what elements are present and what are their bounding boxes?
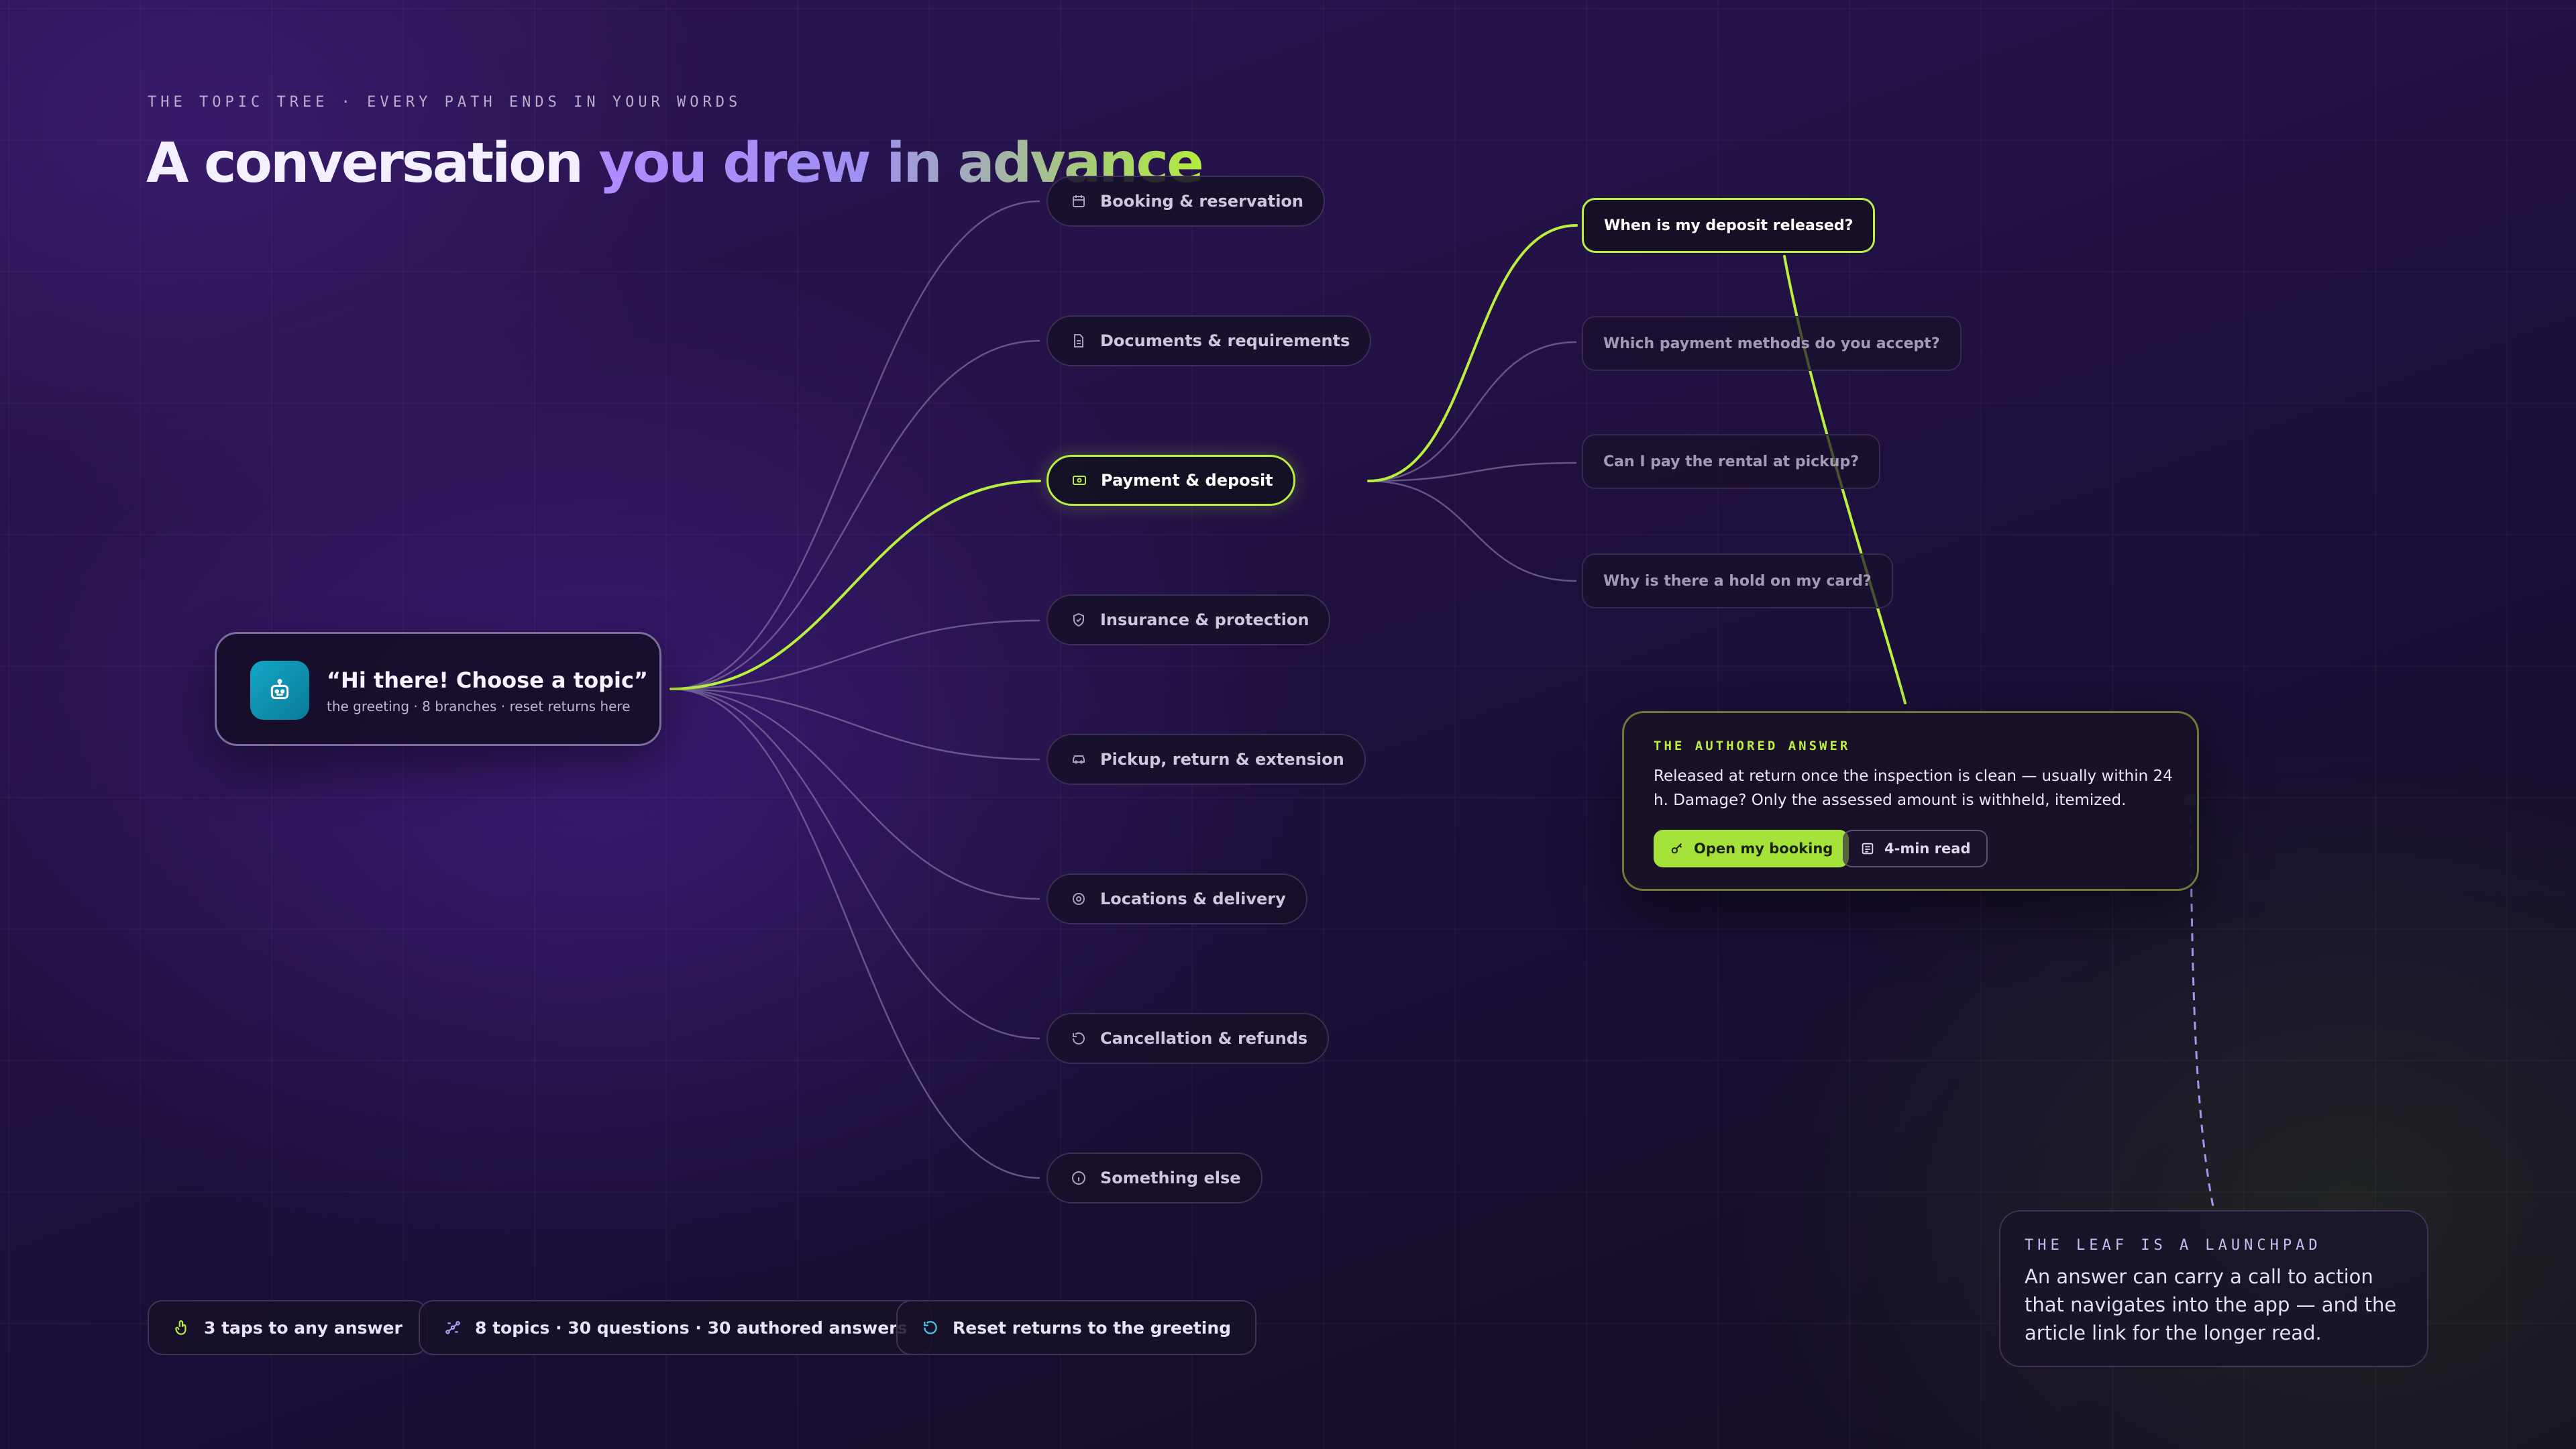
stat-label: 3 taps to any answer [204,1318,402,1338]
topic-locations[interactable]: Locations & delivery [1046,873,1307,924]
info-icon [1071,1170,1087,1186]
stat-taps: 3 taps to any answer [148,1300,428,1355]
topic-label: Cancellation & refunds [1100,1029,1308,1048]
launchpad-note: THE LEAF IS A LAUNCHPAD An answer can ca… [1999,1210,2428,1367]
topic-label: Insurance & protection [1100,610,1309,629]
root-node-greeting[interactable]: “Hi there! Choose a topic” the greeting … [215,632,661,746]
cash-icon [1071,472,1087,488]
read-article-button[interactable]: 4-min read [1843,830,1988,867]
authored-answer-card: THE AUTHORED ANSWER Released at return o… [1622,711,2199,891]
title-part-1: A conversation [146,131,599,195]
shield-icon [1071,612,1087,628]
reset-icon [922,1319,939,1336]
link-root-cancellation [670,688,1040,1040]
topic-payment[interactable]: Payment & deposit [1046,455,1295,506]
link-payment-hold [1368,480,1577,582]
answer-label: THE AUTHORED ANSWER [1654,739,1851,753]
note-label: THE LEAF IS A LAUNCHPAD [2025,1237,2322,1254]
stat-label: 8 topics · 30 questions · 30 authored an… [475,1318,908,1338]
question-payment-methods[interactable]: Which payment methods do you accept? [1582,316,1962,371]
read-article-label: 4-min read [1884,841,1971,857]
key-icon [1670,841,1684,856]
note-body: An answer can carry a call to action tha… [2025,1265,2397,1344]
topic-label: Booking & reservation [1100,192,1303,211]
link-root-booking [670,200,1040,690]
question-deposit-released[interactable]: When is my deposit released? [1582,198,1876,253]
stat-reset: Reset returns to the greeting [896,1300,1257,1355]
root-title: “Hi there! Choose a topic” [327,667,648,693]
open-booking-label: Open my booking [1694,841,1833,857]
link-root-pickup [670,688,1040,761]
topic-documents[interactable]: Documents & requirements [1046,315,1372,366]
stat-label: Reset returns to the greeting [953,1318,1232,1338]
tap-icon [173,1319,191,1336]
page-title: A conversation you drew in advance [146,131,1204,195]
topic-label: Something else [1100,1169,1241,1187]
eyebrow-label: THE TOPIC TREE · EVERY PATH ENDS IN YOUR… [148,94,742,111]
link-root-payment [669,480,1041,690]
car-icon [1071,751,1087,767]
question-pay-at-pickup[interactable]: Can I pay the rental at pickup? [1582,434,1880,489]
refresh-icon [1071,1030,1087,1046]
question-card-hold[interactable]: Why is there a hold on my card? [1582,553,1893,608]
topic-pickup[interactable]: Pickup, return & extension [1046,734,1366,785]
answer-body: Released at return once the inspection i… [1654,767,2173,809]
location-icon [1071,891,1087,907]
topic-label: Documents & requirements [1100,331,1350,350]
topic-label: Pickup, return & extension [1100,750,1344,769]
document-icon [1071,333,1087,349]
link-payment-deposit [1367,224,1578,482]
link-root-documents [670,339,1040,690]
topic-insurance[interactable]: Insurance & protection [1046,594,1331,645]
tree-icon [444,1319,462,1336]
link-root-insurance [670,619,1040,690]
topic-label: Locations & delivery [1100,890,1286,908]
topic-booking[interactable]: Booking & reservation [1046,176,1325,227]
robot-icon [250,661,309,720]
article-icon [1860,841,1875,856]
calendar-icon [1071,193,1087,209]
link-payment-methods [1368,341,1577,482]
stat-counts: 8 topics · 30 questions · 30 authored an… [419,1300,933,1355]
topic-something-else[interactable]: Something else [1046,1152,1263,1203]
link-root-something-else [670,688,1040,1179]
open-booking-button[interactable]: Open my booking [1654,830,1849,867]
root-subtitle: the greeting · 8 branches · reset return… [327,698,631,714]
topic-cancellation[interactable]: Cancellation & refunds [1046,1013,1330,1064]
topic-label: Payment & deposit [1101,471,1273,490]
